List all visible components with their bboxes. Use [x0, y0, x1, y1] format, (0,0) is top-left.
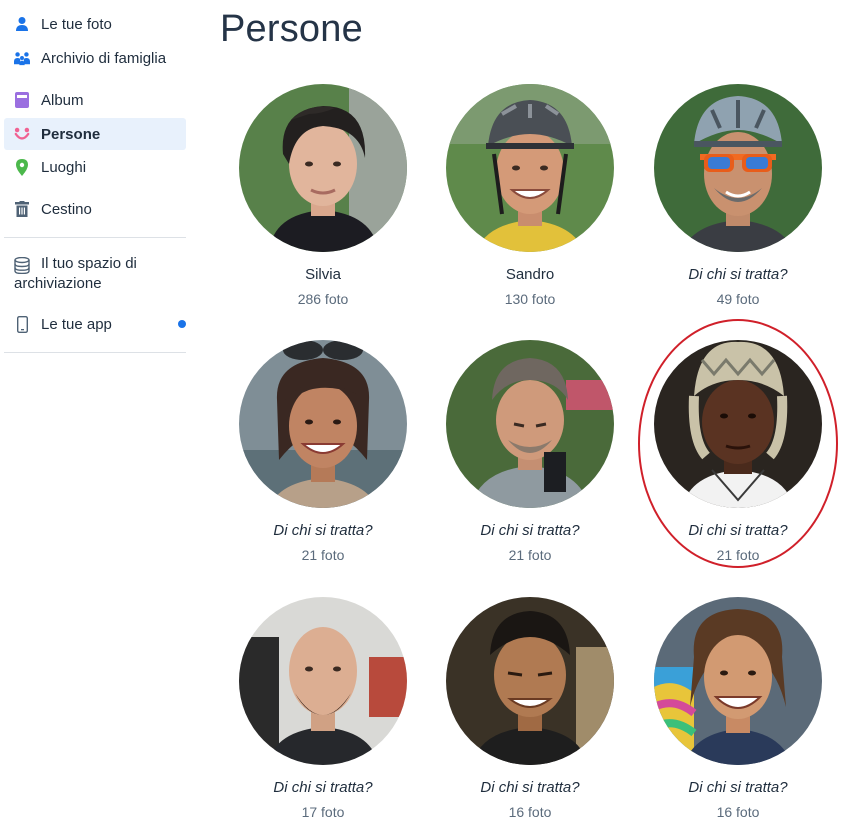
- person-avatar[interactable]: [239, 597, 407, 765]
- sidebar-item-label: Cestino: [41, 200, 92, 218]
- sidebar-item-places[interactable]: Luoghi: [4, 151, 186, 183]
- photo-count: 130 foto: [504, 291, 556, 307]
- sidebar-item-label: Persone: [41, 125, 101, 143]
- sidebar-divider: [4, 237, 186, 238]
- person-avatar[interactable]: [446, 340, 614, 508]
- family-icon: [14, 49, 30, 67]
- phone-icon: [14, 315, 30, 333]
- person-name: Sandro: [505, 266, 555, 283]
- person-card[interactable]: Di chi si tratta? 21 foto: [638, 340, 838, 564]
- person-avatar[interactable]: [654, 597, 822, 765]
- sidebar-item-album[interactable]: Album: [4, 84, 186, 116]
- person-name: Di chi si tratta?: [273, 779, 373, 796]
- photo-count: 21 foto: [716, 547, 760, 563]
- photo-count: 21 foto: [508, 547, 552, 563]
- person-icon: [14, 15, 30, 33]
- person-card[interactable]: Di chi si tratta? 21 foto: [430, 340, 630, 564]
- photo-count: 16 foto: [716, 804, 760, 820]
- photo-count: 49 foto: [716, 291, 760, 307]
- photo-count: 16 foto: [508, 804, 552, 820]
- person-card[interactable]: Di chi si tratta? 17 foto: [223, 597, 423, 821]
- person-avatar[interactable]: [446, 597, 614, 765]
- person-avatar[interactable]: [654, 340, 822, 508]
- person-name: Di chi si tratta?: [480, 779, 580, 796]
- sidebar-item-label: Luoghi: [41, 158, 87, 176]
- person-card[interactable]: Di chi si tratta? 16 foto: [638, 597, 838, 821]
- location-pin-icon: [14, 158, 30, 176]
- person-avatar[interactable]: [446, 84, 614, 252]
- sidebar-item-apps[interactable]: Le tue app: [4, 308, 186, 340]
- person-name: Di chi si tratta?: [688, 779, 788, 796]
- person-avatar[interactable]: [239, 340, 407, 508]
- person-card[interactable]: Di chi si tratta? 21 foto: [223, 340, 423, 564]
- trash-icon: [14, 200, 30, 218]
- sidebar-item-storage[interactable]: Il tuo spazio di archiviazione: [4, 250, 186, 294]
- sidebar-item-label: Le tue foto: [41, 15, 112, 33]
- person-name: Silvia: [305, 266, 341, 283]
- sidebar-item-label: Il tuo spazio di archiviazione: [14, 255, 137, 292]
- person-avatar[interactable]: [654, 84, 822, 252]
- person-card[interactable]: Silvia 286 foto: [223, 84, 423, 308]
- photo-count: 21 foto: [301, 547, 345, 563]
- page-title: Persone: [220, 8, 363, 50]
- sidebar-item-people[interactable]: Persone: [4, 118, 186, 150]
- sidebar-item-label: Le tue app: [41, 315, 112, 333]
- person-name: Di chi si tratta?: [480, 522, 580, 539]
- album-icon: [14, 91, 30, 109]
- sidebar-item-your-photos[interactable]: Le tue foto: [4, 8, 186, 40]
- person-card[interactable]: Sandro 130 foto: [430, 84, 630, 308]
- photo-count: 286 foto: [297, 291, 349, 307]
- sidebar-item-label: Archivio di famiglia: [41, 49, 167, 67]
- photo-count: 17 foto: [301, 804, 345, 820]
- sidebar-divider: [4, 352, 186, 353]
- person-avatar[interactable]: [239, 84, 407, 252]
- person-name: Di chi si tratta?: [273, 522, 373, 539]
- person-card[interactable]: Di chi si tratta? 49 foto: [638, 84, 838, 308]
- person-card[interactable]: Di chi si tratta? 16 foto: [430, 597, 630, 821]
- sidebar-item-trash[interactable]: Cestino: [4, 193, 186, 225]
- smiley-icon: [14, 125, 30, 143]
- notification-dot: [178, 320, 186, 328]
- sidebar-item-label: Album: [41, 91, 84, 109]
- sidebar-item-family-archive[interactable]: Archivio di famiglia: [4, 42, 186, 74]
- person-name: Di chi si tratta?: [688, 522, 788, 539]
- person-name: Di chi si tratta?: [688, 266, 788, 283]
